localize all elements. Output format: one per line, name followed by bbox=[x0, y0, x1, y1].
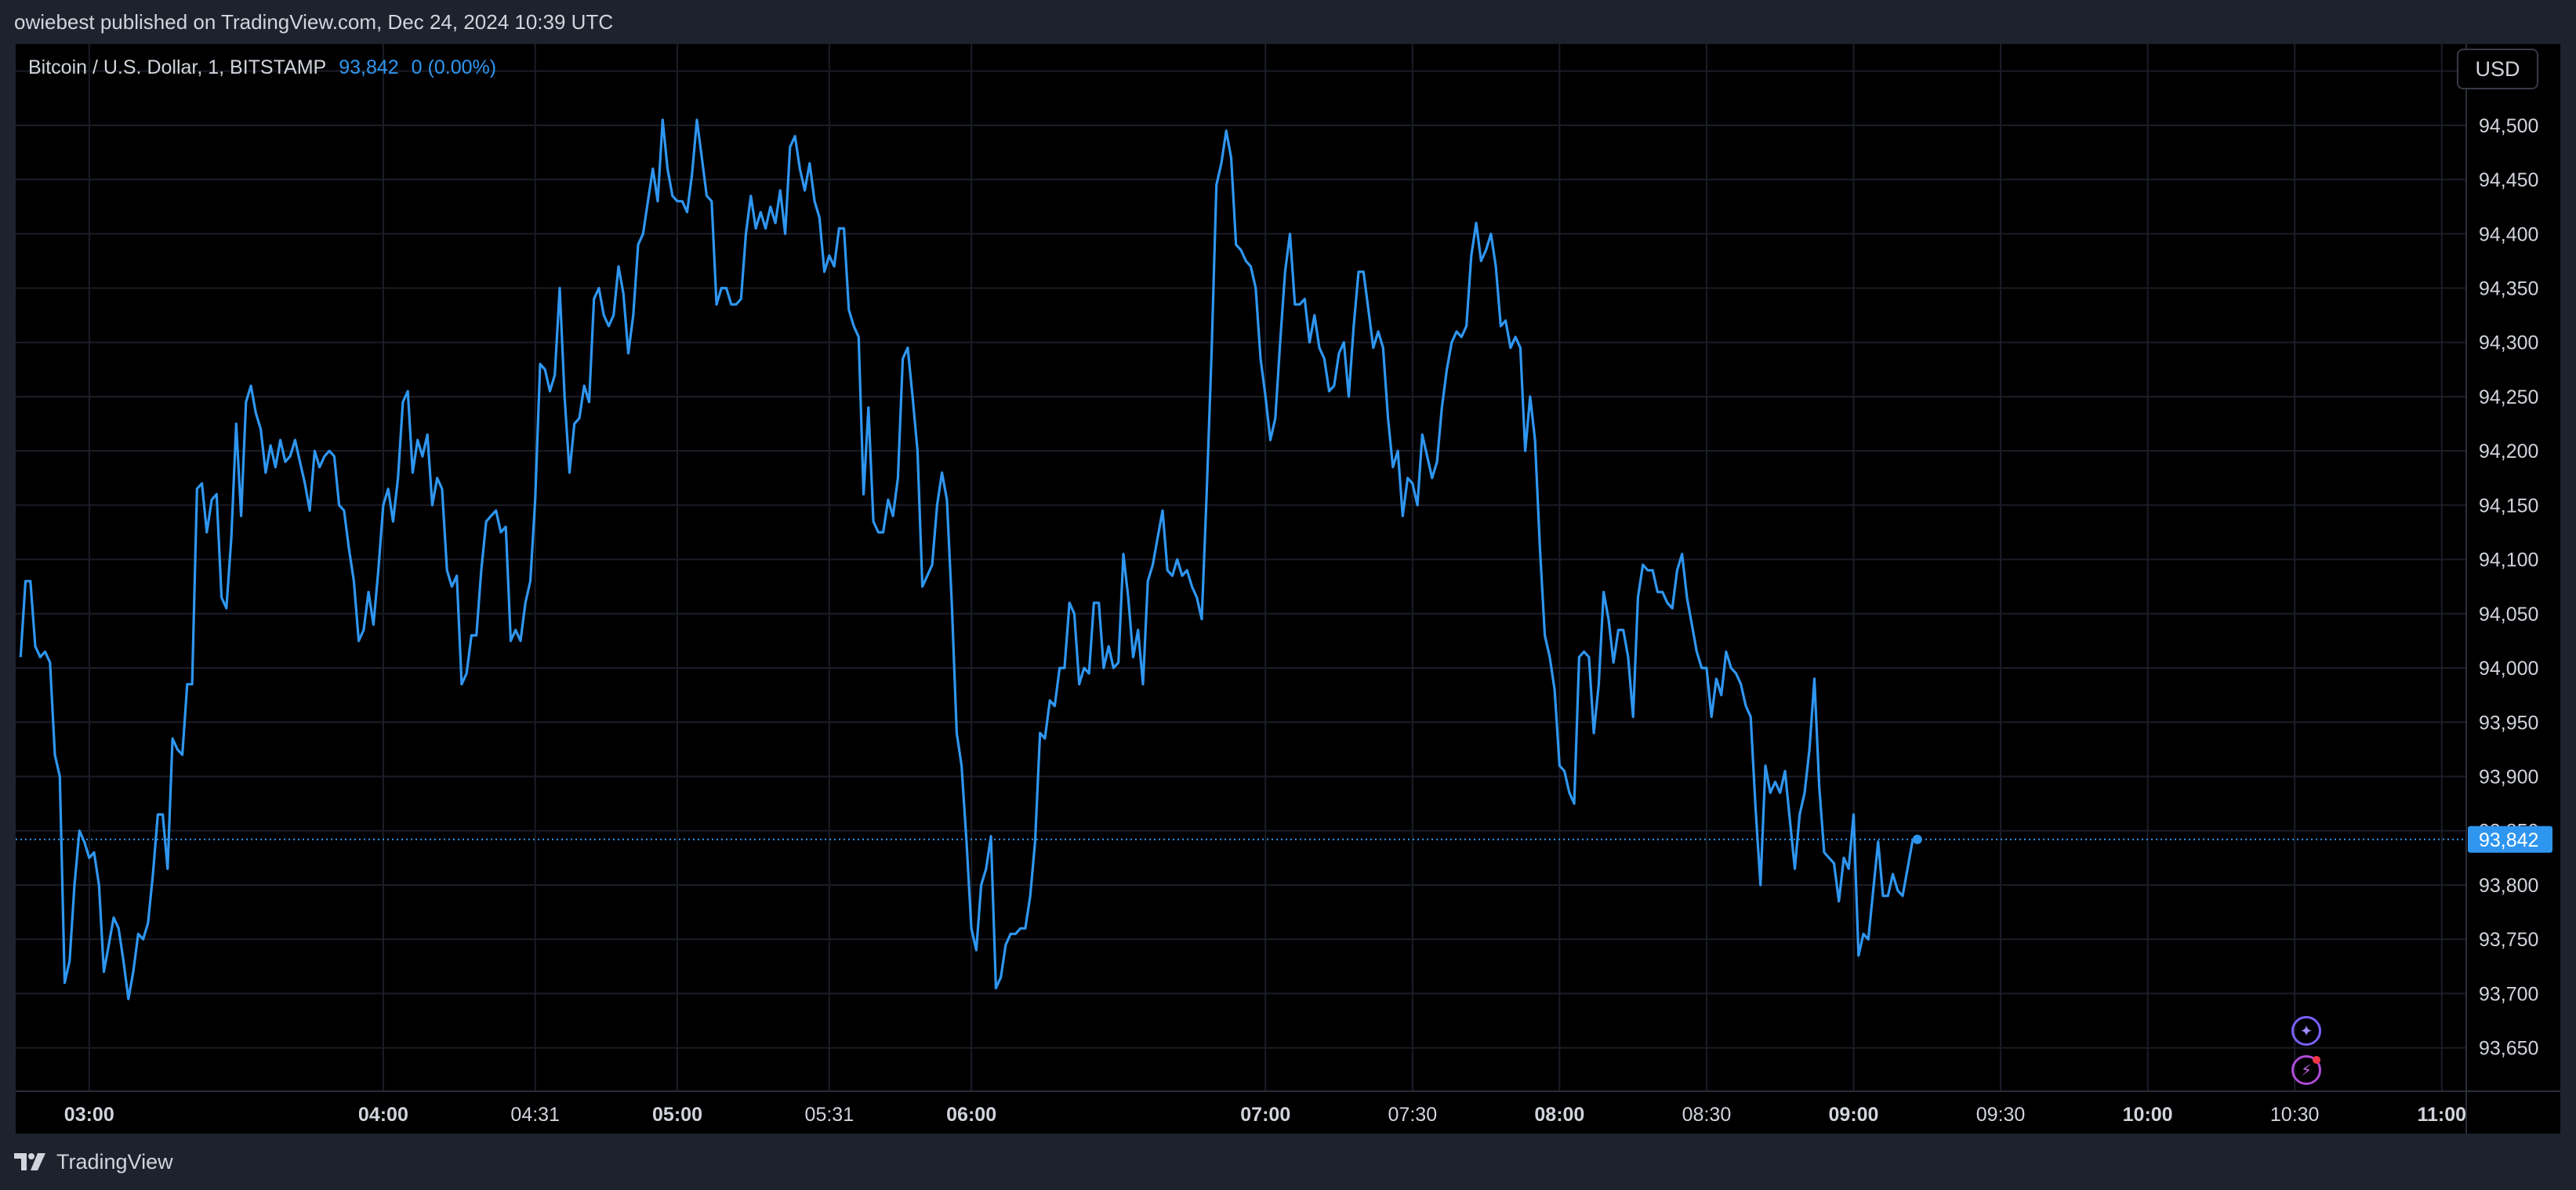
chart-area[interactable]: 93,65093,70093,75093,80093,85093,90093,9… bbox=[16, 44, 2560, 1134]
x-tick-label: 07:00 bbox=[1240, 1104, 1290, 1126]
symbol-title[interactable]: Bitcoin / U.S. Dollar, 1, BITSTAMP bbox=[28, 56, 326, 79]
bolt-icon[interactable]: ⚡ bbox=[2291, 1055, 2321, 1085]
price-chart[interactable]: 93,65093,70093,75093,80093,85093,90093,9… bbox=[16, 44, 2560, 1134]
y-tick-label: 94,450 bbox=[2479, 169, 2538, 191]
bottom-bar: TradingView bbox=[0, 1134, 2576, 1190]
y-tick-label: 93,700 bbox=[2479, 983, 2538, 1005]
y-tick-label: 94,050 bbox=[2479, 604, 2538, 626]
x-tick-label: 10:00 bbox=[2123, 1104, 2173, 1126]
y-tick-label: 94,000 bbox=[2479, 658, 2538, 680]
brand-name: TradingView bbox=[56, 1149, 173, 1174]
x-tick-label: 05:00 bbox=[652, 1104, 702, 1126]
x-tick-label: 08:30 bbox=[1682, 1104, 1732, 1126]
y-tick-label: 94,350 bbox=[2479, 278, 2538, 300]
x-tick-label: 10:30 bbox=[2270, 1104, 2320, 1126]
y-tick-label: 94,150 bbox=[2479, 495, 2538, 517]
y-tick-label: 93,750 bbox=[2479, 929, 2538, 951]
published-text: owiebest published on TradingView.com, D… bbox=[14, 9, 614, 34]
y-tick-label: 94,500 bbox=[2479, 115, 2538, 137]
top-bar: owiebest published on TradingView.com, D… bbox=[0, 0, 2576, 44]
y-tick-label: 94,400 bbox=[2479, 223, 2538, 245]
last-price-label: 93,842 bbox=[2479, 829, 2538, 851]
x-tick-label: 04:00 bbox=[358, 1104, 408, 1126]
y-axis[interactable]: 93,65093,70093,75093,80093,85093,90093,9… bbox=[2479, 61, 2538, 1060]
axis-panes bbox=[16, 44, 2560, 1134]
y-tick-label: 94,250 bbox=[2479, 386, 2538, 408]
x-tick-label: 03:00 bbox=[64, 1104, 114, 1126]
chart-legend[interactable]: Bitcoin / U.S. Dollar, 1, BITSTAMP 93,84… bbox=[28, 55, 496, 80]
x-tick-label: 09:00 bbox=[1829, 1104, 1879, 1126]
y-tick-label: 93,900 bbox=[2479, 767, 2538, 789]
x-axis[interactable]: 03:00 04:00 04:31 05:00 05:31 06:00 07:00 07:30… bbox=[64, 1104, 2466, 1126]
y-tick-label: 94,300 bbox=[2479, 332, 2538, 354]
x-tick-label: 07:30 bbox=[1388, 1104, 1438, 1126]
change-value: 0 (0.00%) bbox=[411, 56, 497, 78]
tradingview-logo-icon bbox=[14, 1153, 45, 1170]
y-tick-label: 93,650 bbox=[2479, 1038, 2538, 1060]
x-tick-label: 08:00 bbox=[1534, 1104, 1584, 1126]
x-tick-label: 11:00 bbox=[2417, 1104, 2466, 1126]
x-tick-label: 09:30 bbox=[1976, 1104, 2026, 1126]
y-tick-label: 93,950 bbox=[2479, 712, 2538, 734]
brand[interactable]: TradingView bbox=[14, 1150, 173, 1174]
y-tick-label: 94,200 bbox=[2479, 441, 2538, 463]
y-tick-label: 94,100 bbox=[2479, 550, 2538, 571]
grid bbox=[16, 44, 2466, 1091]
notification-dot bbox=[2313, 1056, 2320, 1064]
last-value: 93,842 bbox=[339, 56, 399, 78]
x-tick-label: 06:00 bbox=[946, 1104, 996, 1126]
x-tick-label: 05:31 bbox=[805, 1104, 854, 1126]
currency-button[interactable]: USD bbox=[2457, 49, 2538, 89]
x-tick-label: 04:31 bbox=[510, 1104, 560, 1126]
sparkle-icon[interactable]: ✦ bbox=[2291, 1016, 2321, 1046]
y-tick-label: 93,800 bbox=[2479, 875, 2538, 897]
